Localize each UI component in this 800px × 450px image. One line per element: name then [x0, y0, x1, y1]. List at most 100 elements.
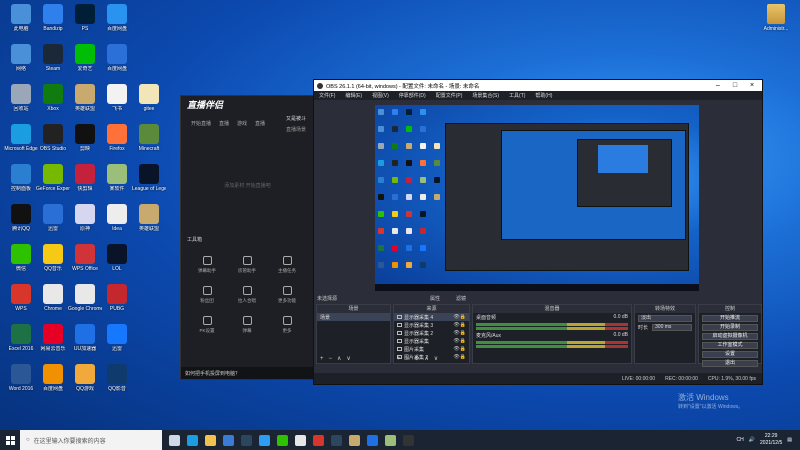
taskbar-app-app3-icon[interactable] — [385, 434, 396, 446]
desktop-icon[interactable]: 快剪辑 — [68, 164, 102, 192]
zhibo-footer[interactable]: 如何把手机投屏到电脑？ — [181, 367, 314, 379]
desktop-icon[interactable]: Google Chrome — [68, 284, 102, 312]
menu-item[interactable]: 停靠部件(D) — [399, 92, 426, 99]
desktop-icon[interactable]: Steam — [36, 44, 70, 72]
desktop-icon[interactable]: WPS — [4, 284, 38, 312]
tool-item[interactable]: 房管助手 — [227, 256, 267, 274]
start-streaming-button[interactable]: 开始推流 — [702, 315, 758, 322]
minimize-button[interactable]: – — [711, 82, 725, 89]
taskbar-app-app2-icon[interactable] — [367, 434, 378, 446]
settings-button[interactable]: 设置 — [702, 351, 758, 358]
desktop-icon[interactable]: 英雄联盟 — [68, 84, 102, 112]
taskbar-app-wps-icon[interactable] — [313, 434, 324, 446]
scene-item[interactable]: 场景 — [317, 313, 390, 321]
taskbar-app-obs-icon[interactable] — [403, 434, 414, 446]
desktop-icon[interactable]: Chrome — [36, 284, 70, 312]
desktop-icon[interactable]: WPS Office — [68, 244, 102, 272]
taskbar-search[interactable]: ○ 在这里输入你要搜索的内容 — [20, 430, 162, 450]
desktop-icon[interactable]: 迅雷 — [100, 324, 134, 352]
visibility-lock-icons[interactable]: 👁🔒 — [453, 322, 466, 328]
desktop-icon[interactable]: GeForce Experience — [36, 164, 70, 192]
source-item[interactable]: 显示器采集 3 👁🔒 — [394, 321, 469, 329]
preview-canvas[interactable] — [375, 105, 699, 291]
desktop-icon[interactable]: League of Legends — [132, 164, 166, 192]
exit-button[interactable]: 退出 — [702, 360, 758, 367]
visibility-lock-icons[interactable]: 👁🔒 — [453, 330, 466, 336]
taskbar-app-chrome-icon[interactable] — [295, 434, 306, 446]
desktop-icon[interactable]: 爱奇艺 — [68, 44, 102, 72]
desktop-icon[interactable]: 英雄联盟 — [132, 204, 166, 232]
taskbar-app-steam-icon[interactable] — [241, 434, 252, 446]
desktop-icon[interactable]: 剪映 — [68, 124, 102, 152]
virtual-camera-button[interactable]: 启动虚拟摄像机 — [702, 333, 758, 340]
zhibo-tab[interactable]: 游戏 — [237, 120, 247, 127]
desktop-icon[interactable]: Xbox — [36, 84, 70, 112]
transition-select[interactable]: 淡出 — [638, 315, 692, 322]
taskbar-app-task-view-icon[interactable] — [169, 434, 180, 446]
visibility-lock-icons[interactable]: 👁🔒 — [453, 338, 466, 344]
tool-item[interactable]: 更多 — [267, 316, 307, 334]
zhibo-tab[interactable]: 直播 — [219, 120, 229, 127]
desktop-icon[interactable]: 控制面板 — [4, 164, 38, 192]
source-item[interactable]: 显示器采集 👁🔒 — [394, 337, 469, 345]
source-item[interactable]: 显示器采集 2 👁🔒 — [394, 329, 469, 337]
scenes-toolbar[interactable]: +−∧∨ — [320, 355, 356, 362]
properties-button[interactable]: 属性 — [430, 295, 440, 302]
tool-item[interactable]: PK设置 — [187, 316, 227, 334]
menu-item[interactable]: 视图(V) — [372, 92, 389, 99]
start-button[interactable] — [0, 430, 20, 450]
tool-item[interactable]: 粉丝团 — [187, 286, 227, 304]
desktop-icon[interactable]: OBS Studio — [36, 124, 70, 152]
desktop-icon[interactable]: Firefox — [100, 124, 134, 152]
volume-icon[interactable]: 🔊 — [749, 437, 755, 443]
tool-item[interactable]: 拉人合唱 — [227, 286, 267, 304]
menu-item[interactable]: 配置文件(P) — [436, 92, 463, 99]
desktop-icon[interactable]: 百度网盘 — [100, 4, 134, 32]
desktop-icon[interactable]: 此电脑 — [4, 4, 38, 32]
taskbar-app-explorer-icon[interactable] — [205, 434, 216, 446]
notification-icon[interactable]: ▤ — [787, 437, 792, 443]
desktop-icon[interactable]: Microsoft Edge — [4, 124, 38, 152]
visibility-lock-icons[interactable]: 👁🔒 — [453, 346, 466, 352]
input-method[interactable]: CH — [737, 437, 744, 443]
menu-item[interactable]: 文件(F) — [319, 92, 335, 99]
close-button[interactable]: × — [745, 82, 759, 89]
zhibo-tab[interactable]: 直播 — [255, 120, 265, 127]
desktop-icon[interactable]: QQ音乐 — [36, 244, 70, 272]
taskbar-app-wechat-icon[interactable] — [277, 434, 288, 446]
desktop-icon[interactable]: 网络 — [4, 44, 38, 72]
desktop-icon[interactable]: QQ影音 — [100, 364, 134, 392]
studio-mode-button[interactable]: 工作室模式 — [702, 342, 758, 349]
volume-slider[interactable] — [476, 345, 628, 348]
desktop-icon[interactable]: PS — [68, 4, 102, 32]
desktop-icon[interactable]: 百度网盘 — [36, 364, 70, 392]
sources-toolbar[interactable]: +−⚙∧∨ — [397, 355, 443, 362]
desktop-icon[interactable]: PUBG — [100, 284, 134, 312]
desktop-icon[interactable]: 网易云音乐 — [36, 324, 70, 352]
desktop-icon[interactable]: 百度网盘 — [100, 44, 134, 72]
desktop-icon[interactable]: Word 2016 — [4, 364, 38, 392]
tool-item[interactable]: 更多功能 — [267, 286, 307, 304]
tool-item[interactable]: 弹幕 — [227, 316, 267, 334]
visibility-lock-icons[interactable]: 👁🔒 — [453, 314, 466, 320]
menu-item[interactable]: 场景集合(S) — [472, 92, 499, 99]
desktop-icon[interactable]: 回收站 — [4, 84, 38, 112]
desktop-icon[interactable]: Idea — [100, 204, 134, 232]
taskbar-app-app-icon[interactable] — [349, 434, 360, 446]
start-recording-button[interactable]: 开始录制 — [702, 324, 758, 331]
filters-button[interactable]: 滤镜 — [456, 295, 466, 302]
desktop-icon[interactable]: UU加速器 — [68, 324, 102, 352]
clock[interactable]: 22:29 2021/12/5 — [760, 433, 782, 447]
volume-slider[interactable] — [476, 327, 628, 330]
taskbar-app-qq-icon[interactable] — [259, 434, 270, 446]
desktop-icon[interactable]: Excel 2016 — [4, 324, 38, 352]
visibility-lock-icons[interactable]: 👁🔒 — [453, 354, 466, 360]
taskbar-app-steam2-icon[interactable] — [331, 434, 342, 446]
desktop-icon[interactable]: 某软件 — [100, 164, 134, 192]
tool-item[interactable]: 弹幕助手 — [187, 256, 227, 274]
desktop-icon[interactable]: 迅雷 — [36, 204, 70, 232]
taskbar-app-store-icon[interactable] — [223, 434, 234, 446]
menu-item[interactable]: 帮助(H) — [535, 92, 552, 99]
source-item[interactable]: 显示器采集 4 👁🔒 — [394, 313, 469, 321]
desktop-icon[interactable]: 微信 — [4, 244, 38, 272]
